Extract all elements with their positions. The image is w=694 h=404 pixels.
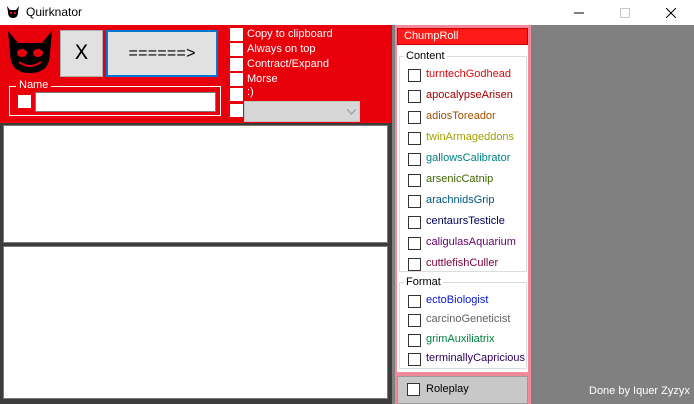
content-item-label: centaursTesticle [426,215,505,227]
logo-icon [6,29,54,75]
content-item-label: arsenicCatnip [426,173,494,185]
format-item-label: ectoBiologist [426,294,489,306]
format-group-label: Format [404,276,443,288]
minimize-button[interactable] [556,0,602,25]
format-item-checkbox[interactable] [408,352,421,366]
close-icon [666,7,676,18]
copy-to-clipboard-label: Copy to clipboard [247,28,333,40]
format-item-label: terminallyCapricious [426,351,526,364]
format-item-label: carcinoGeneticist [426,313,511,326]
content-item-checkbox[interactable] [408,258,421,271]
contract-expand-label: Contract/Expand [247,58,329,70]
chumproll-header: ChumpRoll [397,28,528,45]
maximize-icon [620,7,630,18]
always-on-top-checkbox[interactable] [230,43,243,56]
content-item-checkbox[interactable] [408,216,421,229]
always-on-top-label: Always on top [247,43,316,55]
quirk-dropdown[interactable] [244,101,360,122]
content-item-label: caligulasAquarium [426,236,516,248]
morse-checkbox[interactable] [230,73,243,86]
format-item-checkbox[interactable] [408,295,421,308]
content-item-label: gallowsCalibrator [426,152,511,164]
app-icon [6,5,20,19]
content-item-label: adiosToreador [426,110,496,122]
name-group-label: Name [16,79,52,91]
maximize-button[interactable] [602,0,648,25]
format-item-checkbox[interactable] [408,314,421,328]
content-item-checkbox[interactable] [408,237,421,250]
smiley-checkbox[interactable] [230,88,243,101]
convert-button[interactable]: ======> [106,30,218,77]
format-item-checkbox[interactable] [408,333,421,347]
content-item-checkbox[interactable] [408,153,421,166]
content-item-checkbox[interactable] [408,69,421,82]
clear-button[interactable]: X [60,30,103,77]
smiley-label: :) [247,86,254,98]
content-item-label: arachnidsGrip [426,194,495,206]
content-item-checkbox[interactable] [408,174,421,187]
copy-to-clipboard-checkbox[interactable] [230,28,243,41]
content-item-label: cuttlefishCuller [426,257,499,269]
content-item-label: turntechGodhead [426,68,512,80]
content-item-label: twinArmageddons [426,131,515,143]
format-item-label: grimAuxiliatrix [426,332,495,345]
dropdown-checkbox[interactable] [230,104,243,117]
contract-expand-checkbox[interactable] [230,58,243,71]
input-textarea[interactable] [3,125,388,243]
chevron-down-icon [347,109,356,115]
name-checkbox[interactable] [18,95,31,108]
content-group-label: Content [404,50,447,62]
content-item-checkbox[interactable] [408,111,421,124]
roleplay-checkbox[interactable] [407,383,420,396]
name-input[interactable] [35,92,216,112]
title-bar: Quirknator [0,0,694,25]
content-item-checkbox[interactable] [408,195,421,208]
morse-label: Morse [247,73,278,85]
close-button[interactable] [648,0,694,25]
window-title: Quirknator [26,5,83,19]
credit-text: Done by Iquer Zyzyx [589,385,690,397]
content-item-checkbox[interactable] [408,90,421,103]
roleplay-label: Roleplay [426,383,469,395]
minimize-icon [574,12,584,13]
content-item-label: apocalypseArisen [426,89,513,101]
content-item-checkbox[interactable] [408,132,421,145]
output-textarea[interactable] [3,246,388,399]
